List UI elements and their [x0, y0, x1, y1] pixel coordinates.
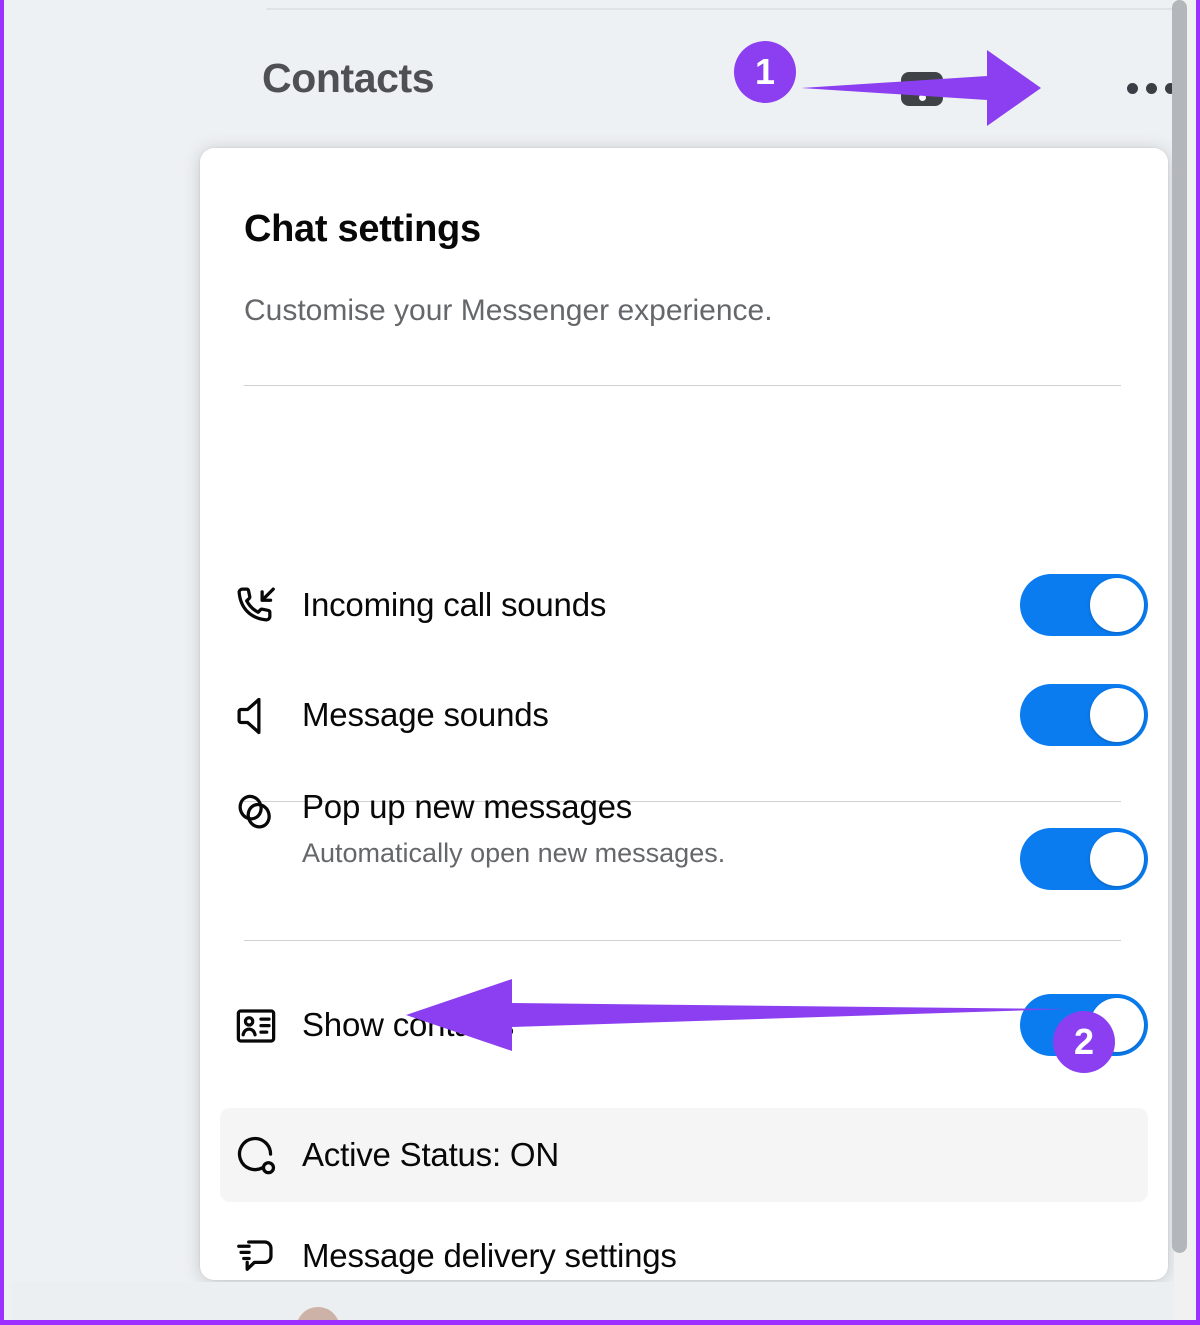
message-delivery-icon — [220, 1232, 292, 1280]
panel-subtitle: Customise your Messenger experience. — [244, 294, 773, 327]
row-message-sounds[interactable]: Message sounds — [220, 673, 1148, 757]
scrollbar-track[interactable] — [1172, 0, 1192, 1320]
row-label: Show contacts — [302, 1006, 515, 1044]
row-label: Active Status: ON — [302, 1136, 560, 1174]
row-sublabel: Automatically open new messages. — [302, 837, 726, 868]
chat-settings-panel: Chat settings Customise your Messenger e… — [200, 148, 1168, 1280]
row-pop-up-new-messages[interactable]: Pop up new messages Automatically open n… — [220, 788, 1148, 918]
bottom-strip — [12, 1282, 1180, 1320]
section-divider-3 — [244, 940, 1121, 941]
speaker-icon — [220, 691, 292, 739]
video-camera-lens — [919, 94, 926, 101]
row-label: Message sounds — [302, 696, 549, 734]
scrollbar-thumb[interactable] — [1172, 0, 1187, 1253]
annotation-badge-2: 2 — [1053, 1011, 1115, 1073]
row-active-status[interactable]: Active Status: ON — [220, 1108, 1148, 1202]
row-text-wrap: Show contacts — [292, 1006, 1012, 1044]
row-incoming-call-sounds[interactable]: Incoming call sounds — [220, 563, 1148, 647]
row-text-wrap: Pop up new messages Automatically open n… — [292, 788, 1012, 869]
video-camera-icon[interactable] — [901, 72, 943, 106]
toggle-knob — [1090, 688, 1144, 742]
section-divider-1 — [244, 385, 1121, 386]
row-show-contacts[interactable]: Show contacts — [220, 983, 1148, 1067]
row-text-wrap: Incoming call sounds — [292, 586, 1012, 624]
annotation-badge-1: 1 — [734, 41, 796, 103]
contact-card-icon — [220, 1001, 292, 1049]
page-title: Contacts — [262, 55, 435, 101]
row-label: Pop up new messages — [302, 788, 633, 825]
kebab-dot-2 — [1145, 82, 1157, 94]
row-text-wrap: Active Status: ON — [292, 1136, 1148, 1174]
incoming-call-icon — [220, 581, 292, 629]
row-text-wrap: Message delivery settings — [292, 1237, 1148, 1275]
panel-title: Chat settings — [244, 208, 481, 250]
toggle-pop-up-new-messages[interactable] — [1020, 828, 1148, 890]
row-label: Message delivery settings — [302, 1237, 677, 1275]
row-label: Incoming call sounds — [302, 586, 607, 624]
active-status-icon — [220, 1131, 292, 1179]
toggle-incoming-call-sounds[interactable] — [1020, 574, 1148, 636]
toggle-knob — [1090, 832, 1144, 886]
top-divider — [266, 8, 1176, 10]
screenshot-root: Contacts Chat settings Customise your Me… — [0, 0, 1200, 1325]
stacked-bubbles-icon — [220, 788, 292, 836]
kebab-dot-1 — [1126, 82, 1138, 94]
row-text-wrap: Message sounds — [292, 696, 1012, 734]
toggle-message-sounds[interactable] — [1020, 684, 1148, 746]
toggle-knob — [1090, 578, 1144, 632]
app-column: Contacts Chat settings Customise your Me… — [8, 0, 1180, 1320]
